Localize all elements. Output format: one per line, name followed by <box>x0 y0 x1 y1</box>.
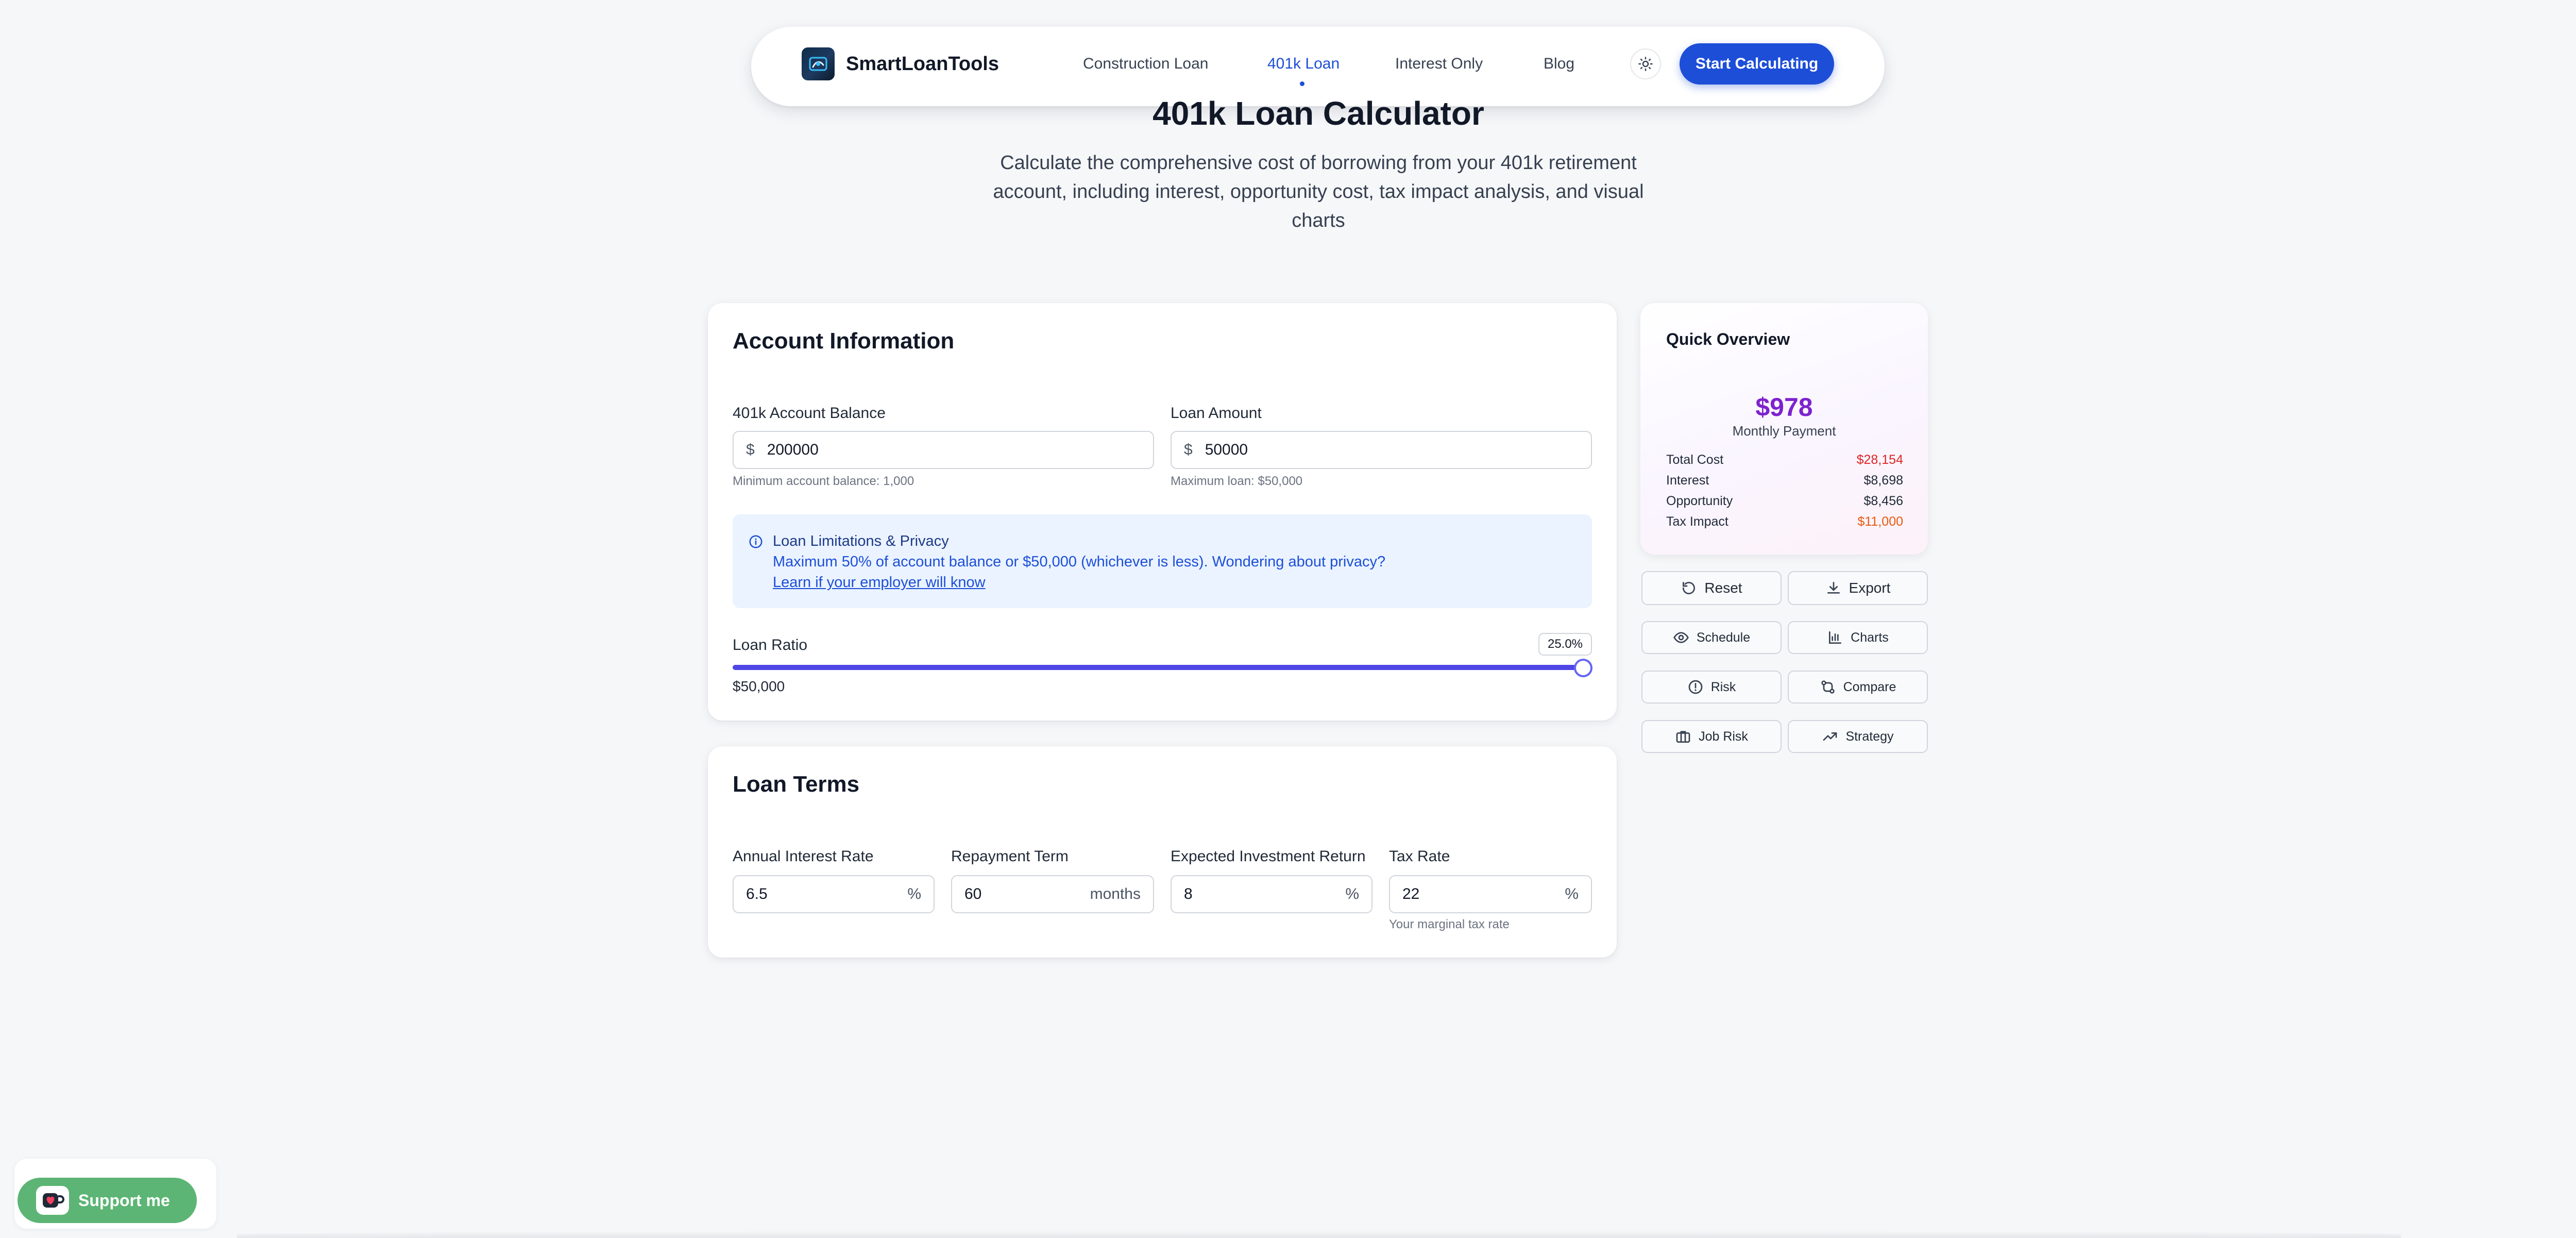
quick-overview-title: Quick Overview <box>1666 330 1790 348</box>
loan-terms-title: Loan Terms <box>733 772 860 797</box>
loan-ratio-slider-track[interactable] <box>733 665 1584 670</box>
start-calculating-button[interactable]: Start Calculating <box>1680 43 1834 85</box>
reset-icon <box>1683 582 1696 594</box>
trending-up-icon <box>1823 732 1837 741</box>
charts-button[interactable]: Charts <box>1788 621 1928 654</box>
row-value: $8,698 <box>1863 473 1903 488</box>
schedule-button[interactable]: Schedule <box>1641 621 1782 654</box>
bar-chart-icon <box>1829 631 1842 644</box>
export-label: Export <box>1849 580 1891 596</box>
row-label: Total Cost <box>1666 453 1724 467</box>
employer-privacy-link[interactable]: Learn if your employer will know <box>773 572 986 593</box>
repayment-term-value: 60 <box>964 885 982 902</box>
compare-button[interactable]: Compare <box>1788 671 1928 704</box>
repayment-term-input[interactable]: 60 months <box>951 875 1154 913</box>
loan-ratio-badge: 25.0% <box>1538 633 1592 656</box>
percent-suffix: % <box>1565 885 1579 902</box>
job-risk-button[interactable]: Job Risk <box>1641 720 1782 753</box>
compare-label: Compare <box>1843 679 1896 694</box>
strategy-button[interactable]: Strategy <box>1788 720 1928 753</box>
row-value: $8,456 <box>1863 494 1903 508</box>
percent-suffix: % <box>1345 885 1359 902</box>
tax-rate-hint: Your marginal tax rate <box>1389 917 1510 931</box>
eye-icon <box>1673 632 1689 643</box>
row-label: Opportunity <box>1666 494 1733 508</box>
support-me-label: Support me <box>78 1191 170 1210</box>
sun-icon <box>1638 57 1653 71</box>
row-value: $11,000 <box>1857 514 1903 529</box>
page-bottom-edge <box>237 1231 2401 1238</box>
loan-amount-label: Loan Amount <box>1171 405 1262 422</box>
nav-link-interest-only[interactable]: Interest Only <box>1395 54 1483 74</box>
job-risk-label: Job Risk <box>1699 729 1748 744</box>
reset-label: Reset <box>1704 580 1742 596</box>
loan-ratio-label: Loan Ratio <box>733 637 808 654</box>
investment-return-label: Expected Investment Return <box>1171 848 1366 865</box>
coffee-cup-icon <box>36 1186 69 1215</box>
risk-button[interactable]: Risk <box>1641 671 1782 704</box>
subtitle-line: account, including interest, opportunity… <box>993 181 1644 203</box>
support-me-button[interactable]: Support me <box>18 1178 197 1223</box>
active-indicator <box>1300 81 1304 86</box>
info-text: Maximum 50% of account balance or $50,00… <box>773 554 1386 570</box>
subtitle-line: Calculate the comprehensive cost of borr… <box>1000 152 1637 174</box>
schedule-label: Schedule <box>1696 630 1751 645</box>
balance-label: 401k Account Balance <box>733 405 886 422</box>
briefcase-icon <box>1676 731 1690 743</box>
tax-rate-label: Tax Rate <box>1389 848 1450 865</box>
overview-row-interest: Interest $8,698 <box>1666 471 1903 490</box>
currency-prefix: $ <box>1184 441 1193 458</box>
compare-icon <box>1821 680 1835 694</box>
nav-link-401k-loan[interactable]: 401k Loan <box>1267 54 1340 74</box>
info-title: Loan Limitations & Privacy <box>773 533 949 549</box>
account-information-card <box>708 303 1617 721</box>
nav-link-construction-loan[interactable]: Construction Loan <box>1083 54 1209 74</box>
page-title: 401k Loan Calculator <box>1153 95 1484 132</box>
percent-suffix: % <box>907 885 921 902</box>
tax-rate-input[interactable]: 22 % <box>1389 875 1592 913</box>
export-button[interactable]: Export <box>1788 571 1928 605</box>
loan-ratio-slider-thumb[interactable] <box>1574 659 1592 677</box>
brand-logo[interactable] <box>802 47 835 80</box>
nav-link-blog[interactable]: Blog <box>1544 54 1574 74</box>
overview-row-total-cost: Total Cost $28,154 <box>1666 450 1903 469</box>
balance-input[interactable]: $ 200000 <box>733 431 1154 469</box>
subtitle-line: charts <box>1292 210 1345 231</box>
balance-value: 200000 <box>767 441 819 458</box>
tax-rate-value: 22 <box>1402 885 1420 902</box>
loan-amount-value: 50000 <box>1205 441 1248 458</box>
risk-label: Risk <box>1710 679 1736 694</box>
interest-rate-value: 6.5 <box>746 885 768 902</box>
balance-hint: Minimum account balance: 1,000 <box>733 474 914 488</box>
theme-toggle-button[interactable] <box>1630 48 1661 79</box>
download-icon <box>1827 582 1840 594</box>
logo-icon <box>809 57 827 71</box>
alert-circle-icon <box>1688 680 1703 694</box>
strategy-label: Strategy <box>1845 729 1894 744</box>
row-label: Tax Impact <box>1666 514 1728 529</box>
info-icon <box>749 535 762 548</box>
investment-return-input[interactable]: 8 % <box>1171 875 1372 913</box>
brand-name[interactable]: SmartLoanTools <box>846 51 999 77</box>
interest-rate-label: Annual Interest Rate <box>733 848 874 865</box>
overview-row-tax-impact: Tax Impact $11,000 <box>1666 512 1903 531</box>
monthly-payment-label: Monthly Payment <box>1732 423 1836 439</box>
loan-amount-hint: Maximum loan: $50,000 <box>1171 474 1303 488</box>
row-label: Interest <box>1666 473 1709 488</box>
overview-row-opportunity: Opportunity $8,456 <box>1666 492 1903 510</box>
monthly-payment-amount: $978 <box>1755 393 1813 422</box>
slider-amount: $50,000 <box>733 678 785 694</box>
loan-amount-input[interactable]: $ 50000 <box>1171 431 1592 469</box>
repayment-term-label: Repayment Term <box>951 848 1069 865</box>
investment-return-value: 8 <box>1184 885 1193 902</box>
row-value: $28,154 <box>1856 453 1903 467</box>
currency-prefix: $ <box>746 441 755 458</box>
reset-button[interactable]: Reset <box>1641 571 1782 605</box>
interest-rate-input[interactable]: 6.5 % <box>733 875 935 913</box>
page-subtitle: Calculate the comprehensive cost of borr… <box>969 148 1668 235</box>
account-information-title: Account Information <box>733 328 955 354</box>
months-suffix: months <box>1090 885 1141 902</box>
charts-label: Charts <box>1851 630 1889 645</box>
